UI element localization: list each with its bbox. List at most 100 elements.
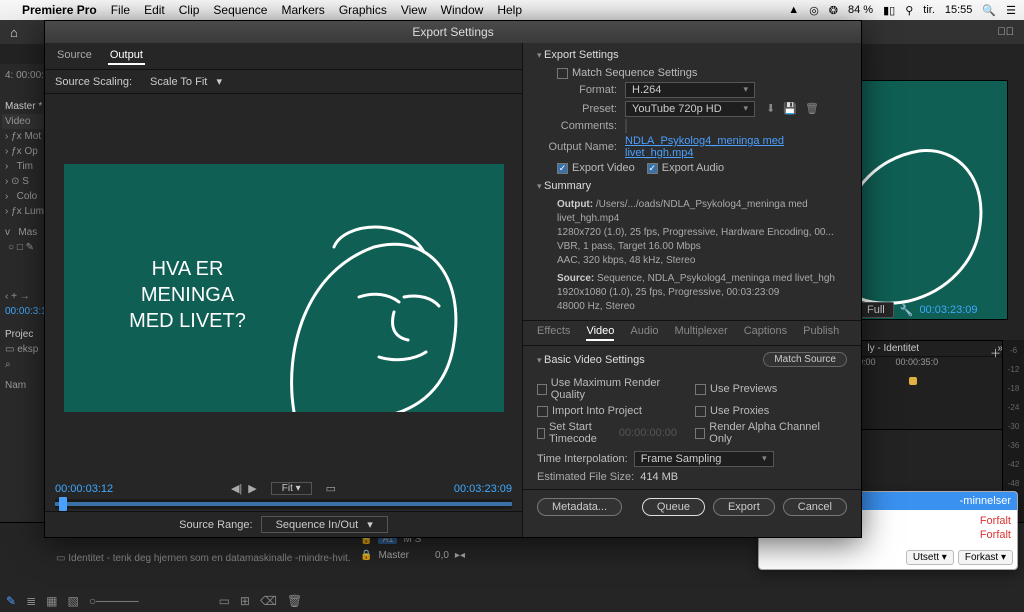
comments-field[interactable] — [625, 119, 627, 133]
menu-help[interactable]: Help — [497, 3, 522, 17]
scaling-select[interactable]: Scale To Fit ▾ — [140, 74, 232, 89]
preview-art-icon — [858, 101, 1008, 320]
subtab-effects[interactable]: Effects — [537, 325, 570, 341]
program-monitor — [858, 80, 1008, 320]
summary-output: Output: /Users/.../oads/NDLA_Psykolog4_m… — [537, 198, 847, 268]
cancel-button[interactable]: Cancel — [783, 498, 847, 516]
menu-window[interactable]: Window — [441, 3, 484, 17]
clip-caption: ▭ Identitet - tenk deg hjernen som en da… — [56, 553, 351, 564]
program-tc: 00:03:23:09 — [919, 304, 977, 316]
export-video-checkbox[interactable]: ✓Export Video — [557, 162, 635, 174]
subtab-publish[interactable]: Publish — [803, 325, 839, 341]
add-panel-icon[interactable]: ＋ — [990, 345, 1001, 361]
bvs-heading: Basic Video Settings — [537, 354, 645, 366]
preset-select[interactable]: YouTube 720p HD — [625, 101, 755, 117]
tc-out[interactable]: 00:03:23:09 — [454, 483, 512, 495]
output-name-link[interactable]: NDLA_Psykolog4_meninga med livet_hgh.mp4 — [625, 135, 784, 159]
preview-face-icon — [264, 202, 484, 412]
new-bin-icon[interactable]: ▭ — [219, 594, 230, 608]
status-fan-icon[interactable]: ❂ — [829, 4, 838, 17]
menu-clip[interactable]: Clip — [179, 3, 200, 17]
save-preset-icon[interactable]: 💾 — [783, 102, 797, 115]
source-range-label: Source Range: — [179, 519, 252, 531]
status-cloud-icon[interactable]: ▲ — [788, 4, 799, 16]
menu-extra-icon[interactable]: ☰ — [1006, 4, 1016, 17]
program-zoom-select[interactable]: Full — [858, 302, 894, 318]
scaling-label: Source Scaling: — [55, 76, 132, 88]
clear-icon[interactable]: ⌫ — [260, 594, 277, 608]
menu-edit[interactable]: Edit — [144, 3, 165, 17]
time-interp-select[interactable]: Frame Sampling — [634, 451, 774, 467]
track-master: Master — [378, 550, 409, 561]
step-back-icon[interactable]: ◀| — [231, 482, 242, 495]
new-item-icon[interactable]: ⊞ — [240, 594, 250, 608]
timeline-marker-icon[interactable] — [909, 377, 917, 385]
fit-select[interactable]: Fit ▾ — [271, 482, 312, 495]
program-controls: Full 🔧 00:03:23:09 — [858, 302, 1008, 318]
menu-markers[interactable]: Markers — [281, 3, 324, 17]
import-preset-icon[interactable]: ⬇ — [766, 102, 775, 115]
status-cc-icon[interactable]: ◎ — [809, 4, 819, 17]
tab-output[interactable]: Output — [108, 47, 145, 65]
app-name[interactable]: Premiere Pro — [22, 3, 97, 17]
export-audio-checkbox[interactable]: ✓Export Audio — [647, 162, 724, 174]
export-button[interactable]: Export — [713, 498, 775, 516]
alpha-checkbox[interactable]: Render Alpha Channel Only — [695, 421, 835, 445]
format-select[interactable]: H.264 — [625, 82, 755, 98]
tab-source[interactable]: Source — [55, 47, 94, 65]
scrub-bar[interactable] — [55, 499, 512, 509]
dialog-title: Export Settings — [45, 21, 861, 43]
max-render-checkbox[interactable]: Use Maximum Render Quality — [537, 377, 677, 401]
subtab-video[interactable]: Video — [586, 325, 614, 341]
zoom-slider[interactable]: ○───── — [89, 594, 139, 608]
start-tc-checkbox[interactable]: Set Start Timecode 00:00:00:00 — [537, 421, 677, 445]
summary-heading: Summary — [537, 180, 847, 192]
subtab-captions[interactable]: Captions — [744, 325, 787, 341]
menu-sequence[interactable]: Sequence — [213, 3, 267, 17]
use-proxies-checkbox[interactable]: Use Proxies — [695, 405, 835, 417]
efs-value: 414 MB — [640, 471, 678, 483]
playhead-icon[interactable] — [59, 497, 67, 511]
home-icon[interactable]: ⌂ — [10, 25, 18, 40]
aspect-icon[interactable]: ▭ — [326, 482, 336, 495]
menu-view[interactable]: View — [401, 3, 427, 17]
menu-graphics[interactable]: Graphics — [339, 3, 387, 17]
preview-text: HVA ER MENINGA MED LIVET? — [108, 256, 268, 334]
share-icon[interactable]: ⇧⃞ — [998, 26, 1015, 38]
search-icon[interactable]: 🔍 — [982, 4, 996, 17]
subtab-multiplexer[interactable]: Multiplexer — [675, 325, 728, 341]
mac-menubar: Premiere Pro File Edit Clip Sequence Mar… — [0, 0, 1024, 20]
forkast-button[interactable]: Forkast ▾ — [958, 550, 1013, 565]
lock-icon[interactable]: 🔒 — [360, 550, 372, 561]
utsett-button[interactable]: Utsett ▾ — [906, 550, 954, 565]
status-day: tir. — [923, 4, 935, 16]
metadata-button[interactable]: Metadata... — [537, 498, 622, 516]
menu-file[interactable]: File — [111, 3, 130, 17]
ruler-t2: 00:00:35:0 — [896, 357, 939, 371]
trash-icon[interactable]: 🗑 — [287, 594, 302, 608]
play-icon[interactable]: ▶ — [248, 482, 256, 495]
reminder-due: Forfalt — [980, 529, 1011, 541]
sequence-tab[interactable]: ly - Identitet — [867, 343, 919, 354]
wifi-icon[interactable]: ⚲ — [905, 4, 913, 17]
tc-in[interactable]: 00:00:03:12 — [55, 483, 113, 495]
use-previews-checkbox[interactable]: Use Previews — [695, 377, 835, 401]
list-icon[interactable]: ≣ — [26, 594, 36, 608]
project-toolbar: ✎ ≣ ▦ ▧ ○───── ▭ ⊞ ⌫ 🗑 — [6, 594, 302, 608]
queue-button[interactable]: Queue — [642, 498, 705, 516]
wrench-icon[interactable]: 🔧 — [900, 304, 914, 317]
match-source-button[interactable]: Match Source — [763, 352, 847, 367]
source-range-select[interactable]: Sequence In/Out ▾ — [261, 516, 388, 533]
summary-source: Source: Sequence, NDLA_Psykolog4_meninga… — [537, 272, 847, 314]
thumb-icon[interactable]: ▦ — [46, 594, 57, 608]
pen-icon[interactable]: ✎ — [6, 594, 16, 608]
subtab-audio[interactable]: Audio — [630, 325, 658, 341]
match-sequence-checkbox[interactable]: Match Sequence Settings — [557, 67, 697, 79]
import-project-checkbox[interactable]: Import Into Project — [537, 405, 677, 417]
time-interp-label: Time Interpolation: — [537, 453, 628, 465]
sequence-panel-peek: ⇥ ly - Identitet » 00:00 00:00:35:0 ＋ — [848, 340, 1008, 430]
delete-preset-icon[interactable]: 🗑 — [805, 102, 819, 115]
freeform-icon[interactable]: ▧ — [67, 594, 78, 608]
battery-percent: 84 % — [848, 4, 873, 16]
expand-icon[interactable]: ▸◂ — [455, 550, 465, 561]
